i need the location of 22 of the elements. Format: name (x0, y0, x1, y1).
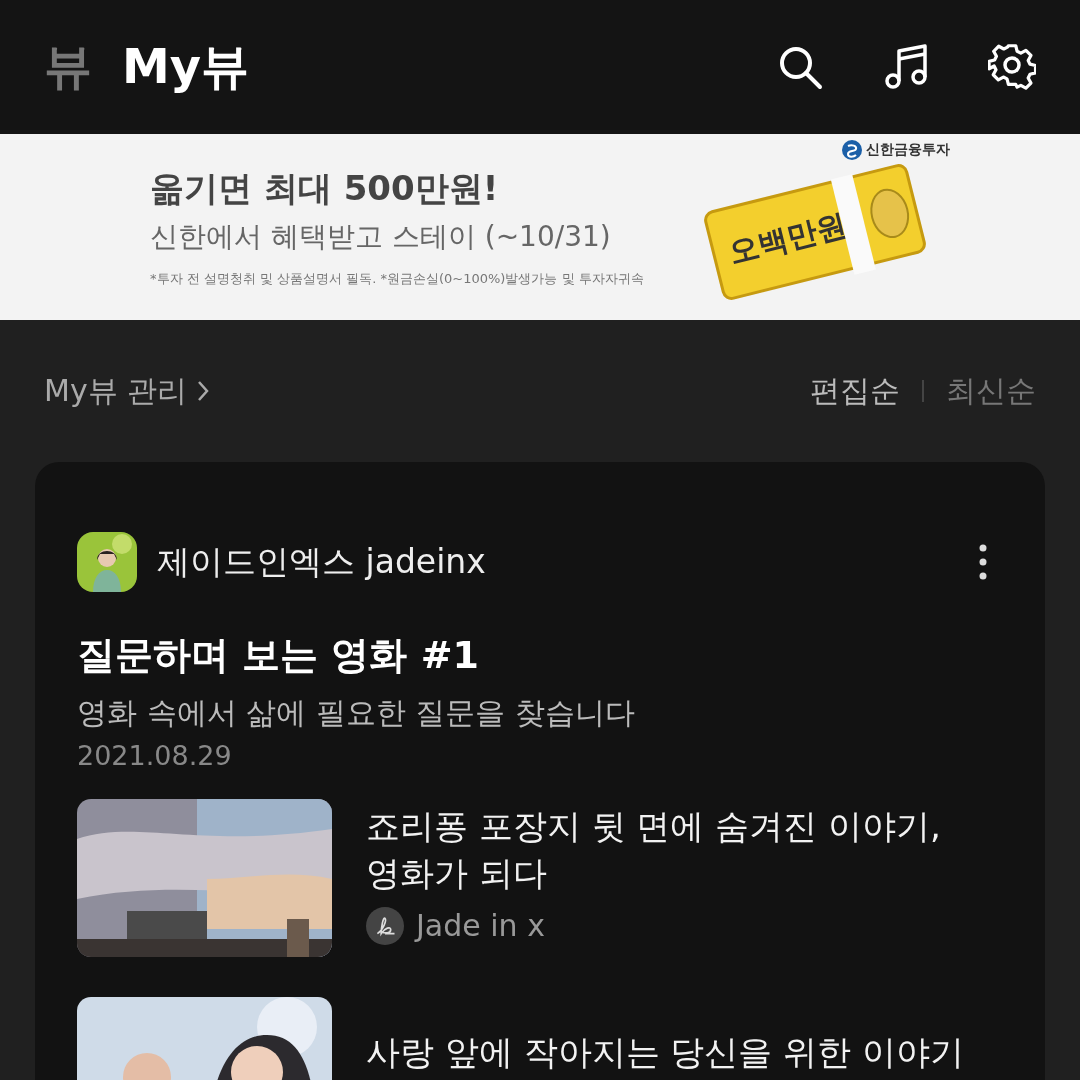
tab[interactable]: My뷰 (122, 35, 250, 99)
manage-link[interactable]: My뷰 관리 (44, 370, 210, 412)
music-note-icon[interactable] (882, 43, 930, 91)
sort-option[interactable]: 최신순 (946, 370, 1036, 412)
sort-option[interactable]: 편집순 (810, 370, 900, 412)
author-name: Jade in x (416, 908, 545, 944)
series-title: 질문하며 보는 영화 #1 (77, 632, 480, 679)
series-date: 2021.08.29 (77, 740, 233, 771)
signature-icon (366, 906, 404, 945)
more-options-icon[interactable] (979, 544, 987, 580)
brand-name: 신한금융투자 (866, 141, 950, 159)
series-description: 영화 속에서 삶에 필요한 질문을 찾습니다 (77, 694, 636, 732)
article-title[interactable]: 사랑 앞에 작아지는 당신을 위한 이야기 (366, 1001, 965, 1076)
channel-name[interactable]: 제이드인엑스 jadeinx (157, 539, 979, 585)
ad-subline: 신한에서 혜택받고 스테이 (~10/31) (150, 219, 612, 255)
chevron-right-icon (197, 379, 210, 403)
brand-logo-icon (842, 140, 862, 160)
tab[interactable]: 뷰 (44, 35, 92, 99)
ad-headline: 옮기면 최대 500만원! (150, 167, 500, 210)
ad-disclaimer: *투자 전 설명청취 및 상품설명서 필독. *원금손실(0~100%)발생가능 및 투자자귀속 (150, 270, 644, 288)
settings-icon[interactable] (988, 43, 1036, 91)
article-title[interactable]: 죠리퐁 포장지 뒷 면에 숨겨진 이야기, 영화가 되다 (366, 803, 941, 897)
